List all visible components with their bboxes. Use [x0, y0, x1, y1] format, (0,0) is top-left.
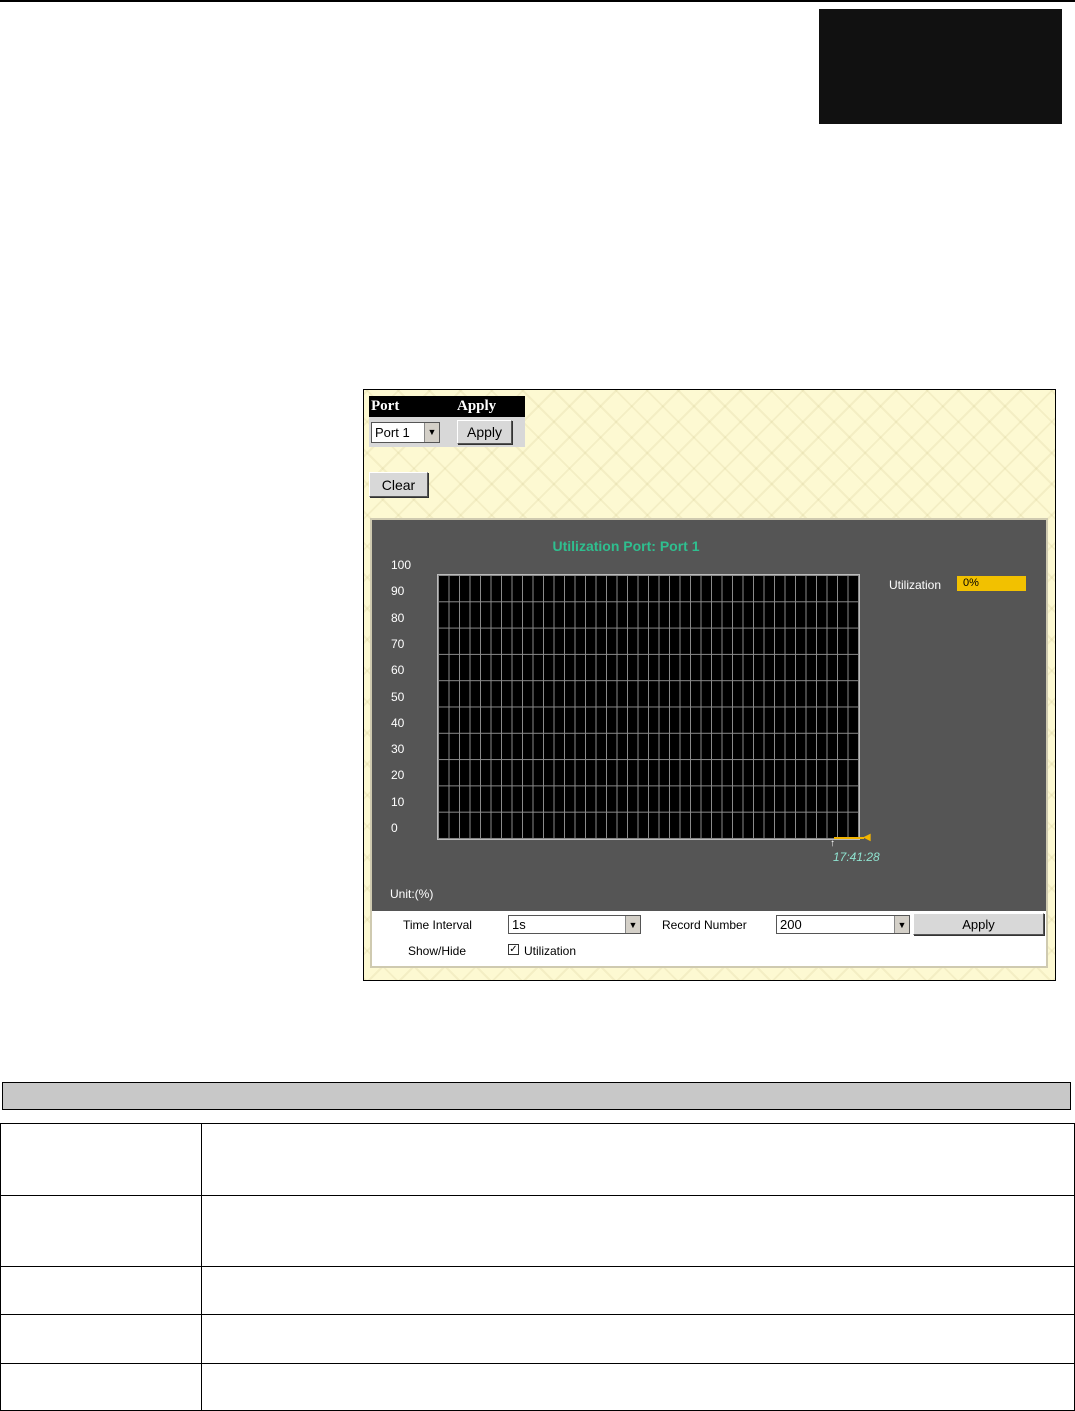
legend-value: 0%	[957, 576, 1026, 591]
record-number-value: 200	[780, 917, 802, 932]
y-tick-label: 30	[391, 742, 405, 757]
doc-value-cell	[201, 1123, 1075, 1196]
plot-area	[437, 574, 860, 840]
doc-key-cell	[0, 1363, 202, 1411]
utilization-checkbox-label: Utilization	[524, 944, 577, 958]
port-select[interactable]: Port 1 ▼	[371, 421, 440, 443]
top-rule	[0, 0, 1075, 2]
doc-value-cell	[201, 1266, 1075, 1315]
utilization-checkbox[interactable]: ✓	[508, 944, 519, 955]
graph-area: Utilization Port: Port 1 100 90 80 70 60 50 40…	[372, 520, 1046, 911]
y-tick-label: 80	[391, 610, 405, 625]
doc-table	[0, 1123, 1075, 1411]
doc-value-cell	[201, 1363, 1075, 1411]
y-tick-label: 90	[391, 584, 405, 599]
apply-column-header: Apply	[455, 396, 525, 417]
utilization-series-line	[834, 837, 864, 839]
doc-value-cell	[201, 1314, 1075, 1364]
y-tick-label: 10	[391, 794, 405, 809]
show-hide-label: Show/Hide	[408, 944, 467, 958]
current-value-marker-icon: ◀	[863, 832, 871, 843]
time-interval-value: 1s	[512, 917, 526, 932]
time-interval-label: Time Interval	[403, 918, 472, 932]
doc-key-cell	[0, 1266, 202, 1315]
chevron-down-icon[interactable]: ▼	[894, 916, 909, 933]
y-tick-label: 100	[391, 558, 412, 572]
time-label: 17:41:28	[833, 850, 880, 864]
header-black-box	[819, 9, 1062, 124]
record-number-select[interactable]: 200 ▼	[776, 915, 910, 934]
unit-label: Unit:(%)	[390, 887, 434, 901]
y-tick-label: 40	[391, 715, 405, 730]
port-select-value: Port 1	[375, 424, 410, 440]
doc-key-cell	[0, 1195, 202, 1267]
chevron-down-icon[interactable]: ▼	[424, 422, 439, 442]
time-pointer-icon: ↑	[830, 838, 835, 849]
graph-apply-button[interactable]: Apply	[913, 913, 1044, 935]
legend-label: Utilization	[889, 578, 942, 592]
port-column-header: Port	[369, 396, 455, 417]
y-tick-label: 50	[391, 689, 405, 704]
clear-button[interactable]: Clear	[369, 472, 428, 497]
doc-key-cell	[0, 1123, 202, 1196]
time-interval-select[interactable]: 1s ▼	[508, 915, 641, 934]
chevron-down-icon[interactable]: ▼	[625, 916, 640, 933]
record-number-label: Record Number	[662, 918, 747, 932]
doc-key-cell	[0, 1314, 202, 1364]
doc-value-cell	[201, 1195, 1075, 1267]
doc-table-header	[2, 1082, 1071, 1110]
y-tick-label: 0	[391, 821, 398, 835]
y-tick-label: 60	[391, 663, 405, 678]
y-tick-label: 70	[391, 636, 405, 651]
port-selector-table: Port Apply Port 1 ▼ Apply	[369, 396, 525, 447]
port-utilization-panel: Port Apply Port 1 ▼ Apply Clear Utilizat…	[363, 389, 1056, 981]
graph-title: Utilization Port: Port 1	[552, 538, 700, 554]
y-tick-label: 20	[391, 768, 405, 783]
graph-controls: Time Interval 1s ▼ Record Number 200 ▼ A…	[372, 911, 1046, 966]
graph-frame: Utilization Port: Port 1 100 90 80 70 60 50 40…	[370, 518, 1048, 968]
port-apply-button[interactable]: Apply	[457, 420, 512, 444]
